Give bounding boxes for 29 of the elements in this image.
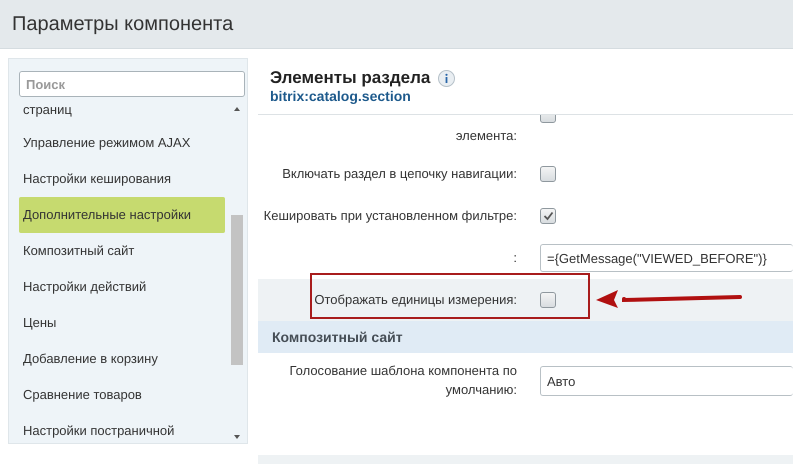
field-label: элемента: xyxy=(454,127,518,145)
component-code: bitrix:catalog.section xyxy=(269,88,412,104)
field-label: : xyxy=(512,248,518,267)
field-label: Включать раздел в цепочку навигации: xyxy=(281,164,518,183)
sidebar-item[interactable]: Настройки постраничной xyxy=(19,413,225,443)
scrollbar-thumb[interactable] xyxy=(231,215,243,365)
checkbox[interactable] xyxy=(540,292,556,308)
sidebar-item[interactable]: страниц xyxy=(19,103,225,125)
sidebar-item[interactable]: Дополнительные настройки xyxy=(19,197,225,233)
sidebar-item[interactable]: Композитный сайт xyxy=(19,233,225,269)
checkbox[interactable] xyxy=(540,166,556,182)
sidebar-item[interactable]: Настройки кеширования xyxy=(19,161,225,197)
sidebar-item[interactable]: Сравнение товаров xyxy=(19,377,225,413)
search-field[interactable]: Поиск xyxy=(19,71,245,97)
field-label: Голосование шаблона компонента по умолчанию: xyxy=(288,362,518,399)
select-field[interactable]: Авто xyxy=(540,366,793,396)
component-title: Элементы раздела xyxy=(270,68,430,88)
sidebar-item[interactable]: Настройки действий xyxy=(19,269,225,305)
sidebar-item[interactable]: Цены xyxy=(19,305,225,341)
check-icon xyxy=(542,211,554,221)
text-field[interactable]: ={GetMessage("VIEWED_BEFORE")} xyxy=(540,244,793,272)
sidebar-item[interactable]: Добавление в корзину xyxy=(19,341,225,377)
sidebar-item[interactable]: Управление режимом AJAX xyxy=(19,125,225,161)
field-label: Кешировать при установленном фильтре: xyxy=(262,206,518,225)
checkbox[interactable] xyxy=(540,208,556,224)
info-icon[interactable] xyxy=(438,70,456,86)
section-header: Композитный сайт xyxy=(258,321,793,353)
field-label: Отображать единицы измерения: xyxy=(313,290,518,309)
window-title: Параметры компонента xyxy=(12,12,234,36)
